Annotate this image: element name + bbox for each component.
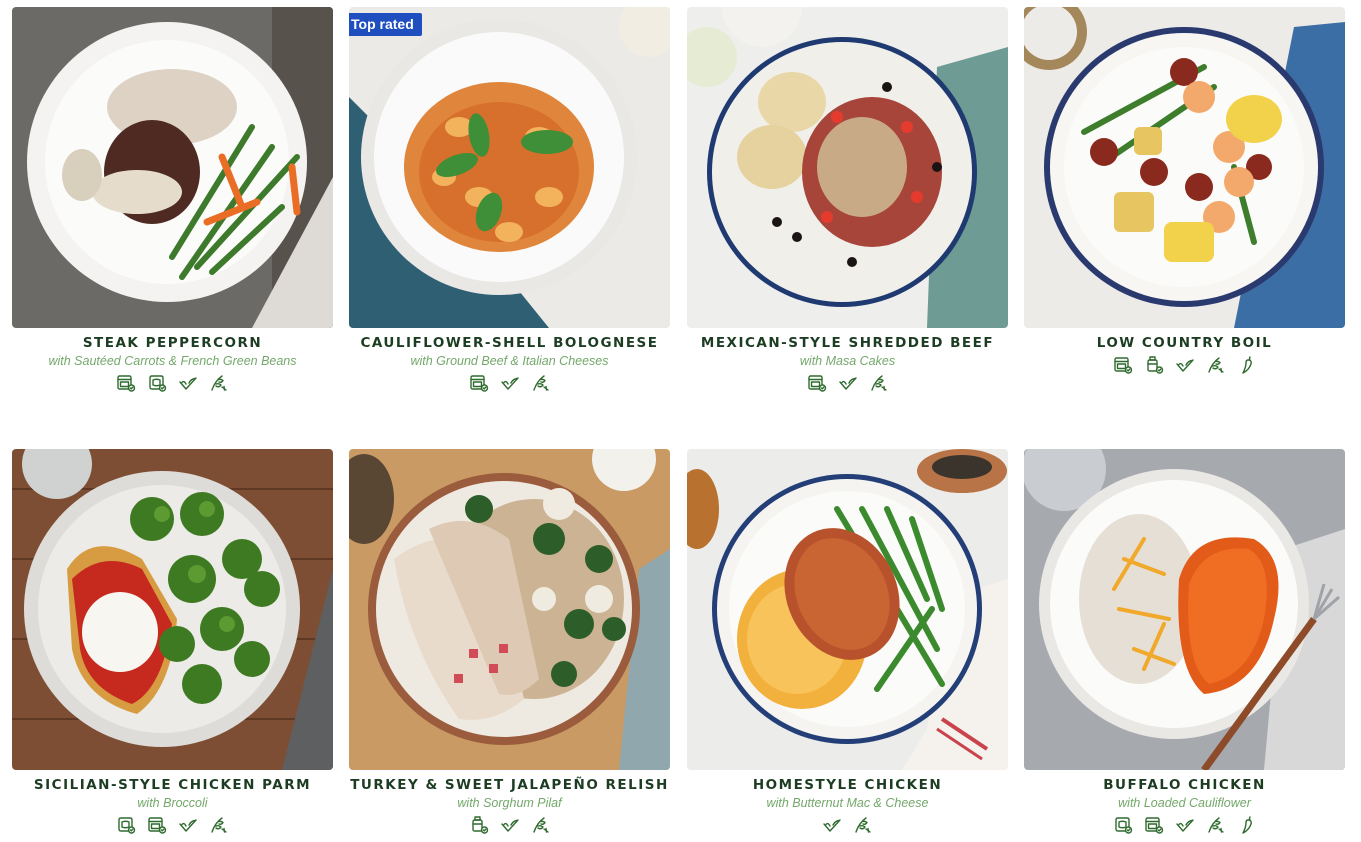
oven-icon[interactable] <box>807 373 827 393</box>
microwave-icon[interactable] <box>147 373 167 393</box>
pepper-icon[interactable] <box>1237 815 1257 835</box>
carb-leaf-icon[interactable] <box>531 815 551 835</box>
pepper-icon[interactable] <box>1237 355 1257 375</box>
meal-title[interactable]: TURKEY & SWEET JALAPEÑO RELISH <box>349 777 670 793</box>
check-leaf-icon[interactable] <box>178 373 198 393</box>
meal-title[interactable]: SICILIAN-STYLE CHICKEN PARM <box>12 777 333 793</box>
meal-title[interactable]: MEXICAN-STYLE SHREDDED BEEF <box>687 335 1008 351</box>
meal-subtitle: with Butternut Mac & Cheese <box>766 796 929 810</box>
meal-grid: STEAK PEPPERCORN with Sautéed Carrots & … <box>0 0 1361 842</box>
meal-title[interactable]: STEAK PEPPERCORN <box>12 335 333 351</box>
carb-leaf-icon[interactable] <box>853 815 873 835</box>
meal-card-homestyle-chicken[interactable]: HOMESTYLE CHICKEN with Butternut Mac & C… <box>687 449 1008 835</box>
meal-icons <box>12 373 333 393</box>
meal-photo[interactable] <box>12 449 333 770</box>
meal-subtitle: with Loaded Cauliflower <box>1118 796 1251 810</box>
meal-card-low-country-boil[interactable]: LOW COUNTRY BOIL <box>1024 7 1345 375</box>
check-leaf-icon[interactable] <box>1175 815 1195 835</box>
meal-photo[interactable] <box>12 7 333 328</box>
meal-title[interactable]: LOW COUNTRY BOIL <box>1024 335 1345 351</box>
carb-leaf-icon[interactable] <box>1206 815 1226 835</box>
meal-title[interactable]: CAULIFLOWER-SHELL BOLOGNESE <box>349 335 670 351</box>
meal-card-turkey-sweet-jalapeno-relish[interactable]: TURKEY & SWEET JALAPEÑO RELISH with Sorg… <box>349 449 670 835</box>
check-leaf-icon[interactable] <box>822 815 842 835</box>
meal-subtitle: with Sorghum Pilaf <box>457 796 562 810</box>
meal-subtitle: with Broccoli <box>137 796 208 810</box>
oven-icon[interactable] <box>116 373 136 393</box>
microwave-icon[interactable] <box>1113 815 1133 835</box>
meal-card-sicilian-style-chicken-parm[interactable]: SICILIAN-STYLE CHICKEN PARM with Broccol… <box>12 449 333 835</box>
carb-leaf-icon[interactable] <box>531 373 551 393</box>
meal-photo[interactable] <box>349 449 670 770</box>
meal-icons <box>687 815 1008 835</box>
meal-icons <box>687 373 1008 393</box>
pan-icon[interactable] <box>1144 355 1164 375</box>
meal-title[interactable]: HOMESTYLE CHICKEN <box>687 777 1008 793</box>
check-leaf-icon[interactable] <box>838 373 858 393</box>
meal-photo[interactable] <box>687 7 1008 328</box>
meal-photo[interactable]: Top rated <box>349 7 670 328</box>
meal-icons <box>349 373 670 393</box>
oven-icon[interactable] <box>469 373 489 393</box>
carb-leaf-icon[interactable] <box>1206 355 1226 375</box>
check-leaf-icon[interactable] <box>178 815 198 835</box>
meal-card-cauliflower-shell-bolognese[interactable]: Top rated CAULIFLOWER-SHELL BOLOGNESE wi… <box>349 7 670 393</box>
pan-icon[interactable] <box>469 815 489 835</box>
meal-title[interactable]: BUFFALO CHICKEN <box>1024 777 1345 793</box>
oven-icon[interactable] <box>1113 355 1133 375</box>
carb-leaf-icon[interactable] <box>869 373 889 393</box>
meal-photo[interactable] <box>1024 449 1345 770</box>
top-rated-badge: Top rated <box>349 13 422 36</box>
meal-card-steak-peppercorn[interactable]: STEAK PEPPERCORN with Sautéed Carrots & … <box>12 7 333 393</box>
oven-icon[interactable] <box>1144 815 1164 835</box>
meal-card-buffalo-chicken[interactable]: BUFFALO CHICKEN with Loaded Cauliflower <box>1024 449 1345 835</box>
check-leaf-icon[interactable] <box>500 373 520 393</box>
meal-subtitle: with Masa Cakes <box>799 354 896 368</box>
meal-photo[interactable] <box>1024 7 1345 328</box>
oven-icon[interactable] <box>147 815 167 835</box>
meal-photo[interactable] <box>687 449 1008 770</box>
meal-icons <box>1024 355 1345 375</box>
carb-leaf-icon[interactable] <box>209 815 229 835</box>
meal-subtitle: with Ground Beef & Italian Cheeses <box>410 354 609 368</box>
meal-card-mexican-style-shredded-beef[interactable]: MEXICAN-STYLE SHREDDED BEEF with Masa Ca… <box>687 7 1008 393</box>
microwave-icon[interactable] <box>116 815 136 835</box>
check-leaf-icon[interactable] <box>1175 355 1195 375</box>
meal-icons <box>349 815 670 835</box>
meal-icons <box>1024 815 1345 835</box>
carb-leaf-icon[interactable] <box>209 373 229 393</box>
check-leaf-icon[interactable] <box>500 815 520 835</box>
meal-subtitle: with Sautéed Carrots & French Green Bean… <box>48 354 297 368</box>
meal-icons <box>12 815 333 835</box>
